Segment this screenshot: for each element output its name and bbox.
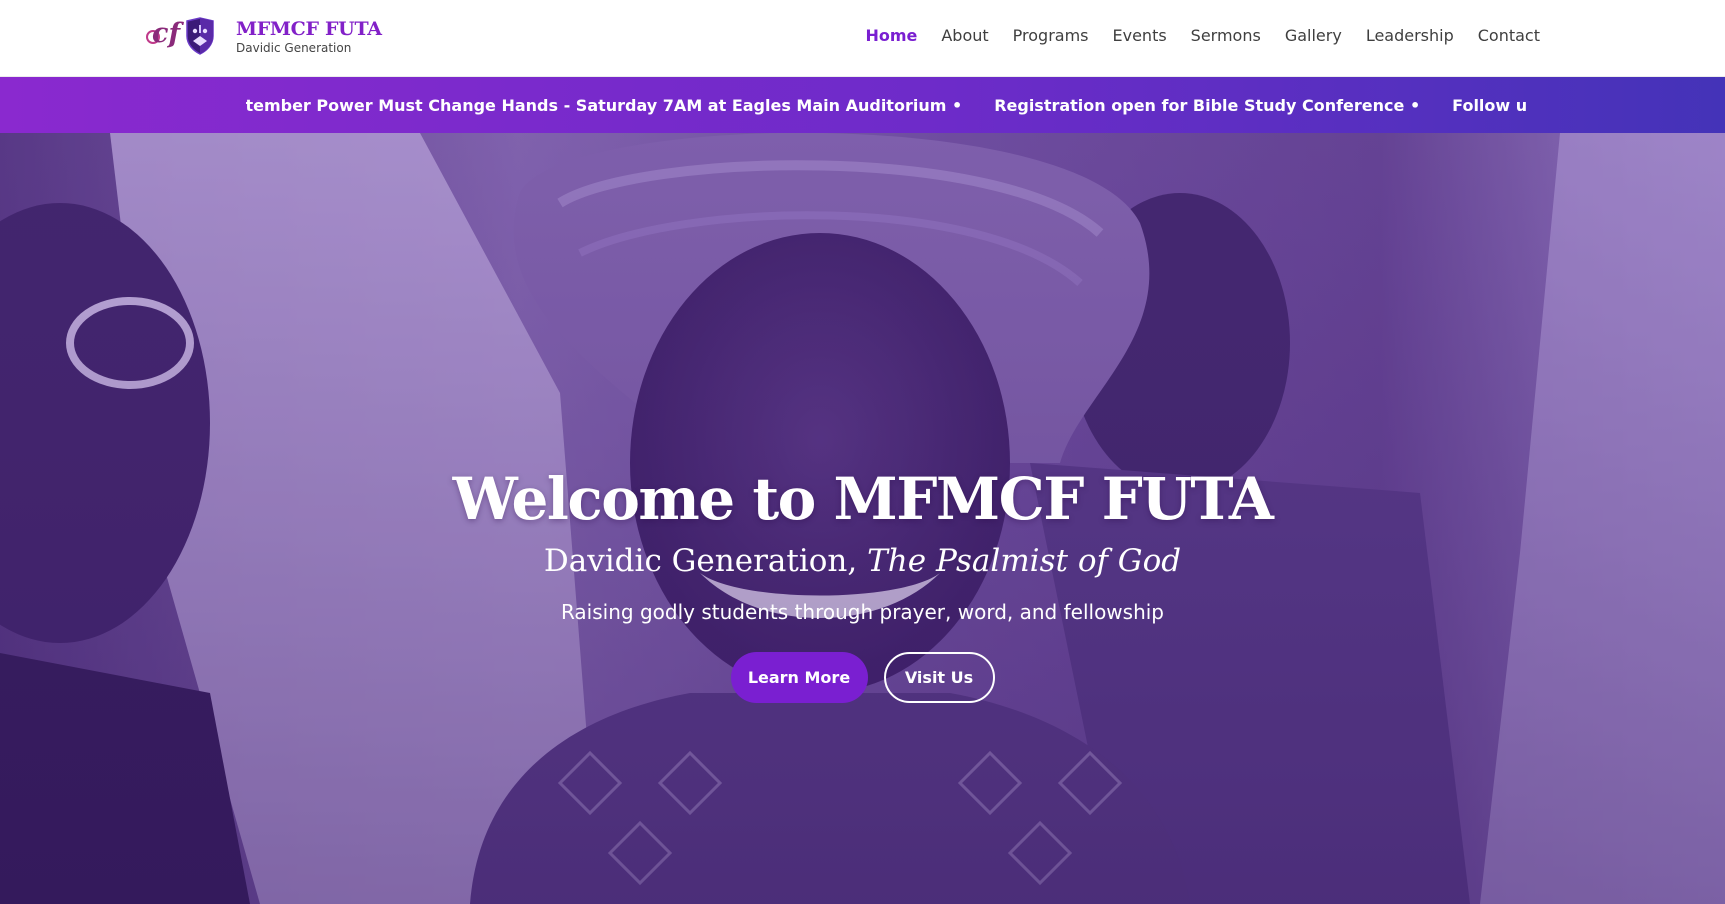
nav-item-gallery[interactable]: Gallery <box>1285 24 1342 48</box>
brand-logo-link[interactable]: cf MFMCF FUTA Davidic Generation <box>144 16 382 56</box>
ticker-track: ptember Power Must Change Hands - Saturd… <box>246 77 1527 133</box>
hero-subtitle-italic: The Psalmist of God <box>867 543 1182 579</box>
main-nav: Home About Programs Events Sermons Galle… <box>841 24 1540 48</box>
nav-item-sermons[interactable]: Sermons <box>1191 24 1261 48</box>
hero-content: Welcome to MFMCF FUTA Davidic Generation… <box>0 463 1725 703</box>
nav-item-events[interactable]: Events <box>1113 24 1167 48</box>
announcement-ticker: ptember Power Must Change Hands - Saturd… <box>0 77 1725 133</box>
nav-item-contact[interactable]: Contact <box>1478 24 1540 48</box>
hero-subtitle-plain: Davidic Generation, <box>543 543 858 579</box>
nav-item-about[interactable]: About <box>941 24 988 48</box>
nav-item-leadership[interactable]: Leadership <box>1366 24 1454 48</box>
hero-buttons: Learn More Visit Us <box>0 652 1725 703</box>
shield-crest-icon <box>186 17 214 55</box>
brand-title: MFMCF FUTA <box>236 17 382 40</box>
site-header: cf MFMCF FUTA Davidic Generation Home Ab… <box>0 0 1725 77</box>
ticker-item[interactable]: ptember Power Must Change Hands - Saturd… <box>246 96 962 115</box>
hero-title: Welcome to MFMCF FUTA <box>452 465 1274 533</box>
ticker-window: ptember Power Must Change Hands - Saturd… <box>246 77 1527 133</box>
brand-subtitle: Davidic Generation <box>236 40 352 55</box>
ticker-item[interactable]: Registration open for Bible Study Confer… <box>994 96 1420 115</box>
ticker-item[interactable]: Follow us on Instagram @r <box>1452 96 1527 115</box>
hero-subtitle: Davidic Generation, The Psalmist of God <box>0 541 1725 581</box>
hero-section: Welcome to MFMCF FUTA Davidic Generation… <box>0 133 1725 904</box>
visit-us-button[interactable]: Visit Us <box>883 652 995 703</box>
nav-item-programs[interactable]: Programs <box>1013 24 1089 48</box>
nav-item-home[interactable]: Home <box>865 24 917 48</box>
learn-more-button[interactable]: Learn More <box>730 652 868 703</box>
cf-logo-icon: cf <box>144 18 180 53</box>
hero-tagline: Raising godly students through prayer, w… <box>560 600 1165 624</box>
